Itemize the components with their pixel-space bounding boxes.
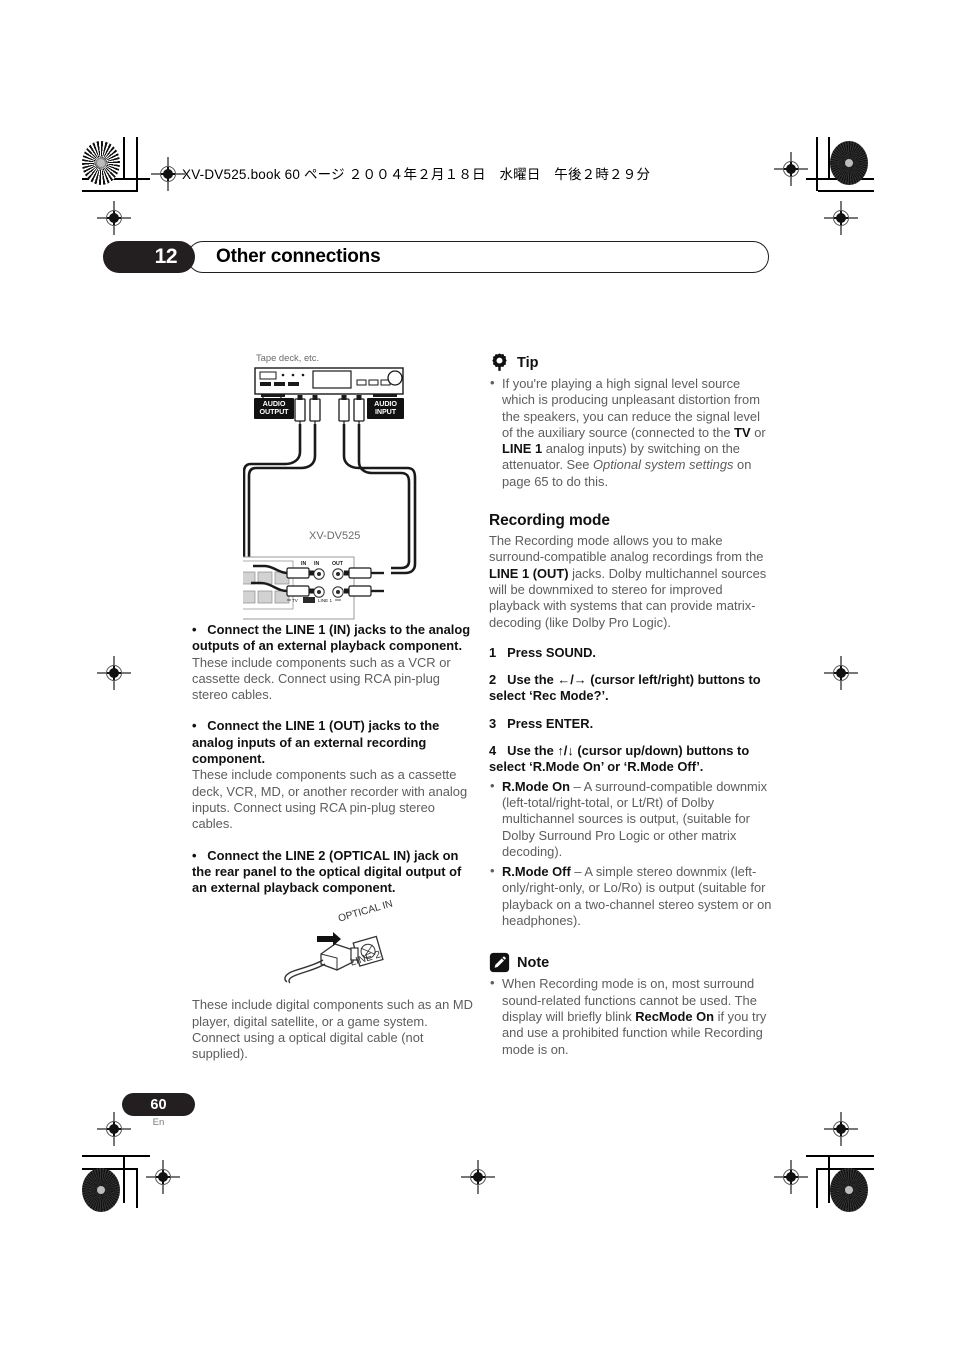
crop-mark-bottom-right-h [806,1155,874,1157]
bullet-lead-line2-optical: • Connect the LINE 2 (OPTICAL IN) jack o… [192,848,474,897]
bullet-body-line1-in: These include components such as a VCR o… [192,654,451,703]
bullet-lead-line1-in: • Connect the LINE 1 (IN) jacks to the a… [192,622,474,655]
manual-page: XV-DV525.book 60 ページ ２００４年２月１８日 水曜日 午後２時… [0,0,954,1351]
step-number: 4 [489,743,497,759]
crop-mark-top-left-v2 [136,137,138,191]
optical-connector-artwork [284,932,384,984]
crop-mark-top-left-h2 [82,190,138,192]
pencil-icon [489,952,510,973]
bullet-marker: • [192,847,197,863]
note-label: Note [517,954,550,971]
tip-bold-tv: TV [734,424,751,440]
bullet-block-line2-optical: • Connect the LINE 2 (OPTICAL IN) jack o… [192,848,474,897]
registration-starburst-bottom-right [830,1168,868,1212]
step-text: Press ENTER. [507,715,594,731]
tip-bold-line1: LINE 1 [502,441,543,457]
rmode-on-item: R.Mode On – A surround-compatible downmi… [489,778,772,860]
note-item: When Recording mode is on, most surround… [489,975,772,1057]
step-text: Press SOUND. [507,644,597,660]
chapter-number: 12 [103,241,195,273]
intro-part1: The Recording mode allows you to make su… [489,533,764,565]
book-file-header: XV-DV525.book 60 ページ ２００４年２月１８日 水曜日 午後２時… [182,167,651,182]
registration-starburst-top-right [830,141,868,185]
rmode-off-item: R.Mode Off – A simple stereo downmix (le… [489,863,772,929]
registration-crosshair-top-left [151,157,185,191]
registration-crosshair-bottom-center [461,1160,495,1194]
registration-crosshair-right-upper [824,201,858,235]
crop-mark-top-right-h2 [818,190,874,192]
section-heading-recording-mode: Recording mode [489,512,610,530]
step-2: 2 Use the ←/→ (cursor left/right) buttons… [489,672,772,705]
note-list: When Recording mode is on, most surround… [489,975,772,1057]
step-text: Use the ←/→ (cursor left/right) buttons … [489,672,761,704]
optical-connector-figure: OPTICAL IN LINE 2 [277,898,417,988]
crop-mark-top-right-v2 [816,137,818,191]
bullet-lead-text: Connect the LINE 1 (OUT) jacks to the an… [192,718,440,767]
bullet-lead-text: Connect the LINE 1 (IN) jacks to the ana… [192,622,471,654]
note-heading: Note [489,952,772,973]
gear-icon [489,352,510,373]
registration-crosshair-bottom-left [146,1160,180,1194]
intro-bold-line1out: LINE 1 (OUT) [489,565,569,581]
rmode-on-name: R.Mode On [502,778,571,794]
chapter-title-pill: Other connections [187,241,769,273]
bullet-marker: • [192,718,197,734]
step-number: 1 [489,644,497,660]
tip-list: If you're playing a high signal level so… [489,375,772,490]
step-number: 3 [489,715,497,731]
registration-crosshair-right-lower [824,1112,858,1146]
crop-mark-bottom-left-v2 [136,1168,138,1208]
registration-starburst-bottom-left [82,1168,120,1212]
tip-item: If you're playing a high signal level so… [489,375,772,490]
registration-crosshair-top-right [774,152,808,186]
right-column: Tip If you're playing a high signal leve… [489,352,772,1062]
page-number-badge: 60 [122,1093,195,1116]
bullet-block-line1-in: • Connect the LINE 1 (IN) jacks to the a… [192,622,474,703]
step-3: 3 Press ENTER. [489,716,772,732]
optical-body-text: These include digital components such as… [192,997,473,1062]
registration-crosshair-left-middle [97,656,131,690]
step-4: 4 Use the ↑/↓ (cursor up/down) buttons to… [489,743,772,776]
step-1: 1 Press SOUND. [489,645,772,661]
registration-crosshair-left-upper [97,201,131,235]
tip-text-part1: If you're playing a high signal level so… [502,376,760,440]
bullet-lead-line1-out: • Connect the LINE 1 (OUT) jacks to the … [192,718,474,767]
chapter-title: Other connections [216,246,381,267]
recording-mode-intro: The Recording mode allows you to make su… [489,533,772,631]
crop-mark-top-left-v [123,137,125,180]
page-language-code: En [152,1117,165,1128]
bullet-body-line1-out: These include components such as a casse… [192,767,468,832]
rmode-off-name: R.Mode Off [502,864,571,880]
tip-heading: Tip [489,352,772,373]
registration-starburst-top-left [82,141,120,185]
chapter-header: Other connections 12 [103,241,769,273]
crop-mark-bottom-left-h [82,1155,150,1157]
step-number: 2 [489,672,497,688]
tip-text-part2: or [750,424,766,440]
tip-italic-reference: Optional system settings [593,457,734,473]
tip-label: Tip [517,354,539,371]
step-text: Use the ↑/↓ (cursor up/down) buttons to … [489,743,750,775]
bullet-block-line1-out: • Connect the LINE 1 (OUT) jacks to the … [192,718,474,832]
crop-mark-bottom-right-v2 [816,1168,818,1208]
registration-crosshair-right-middle [824,656,858,690]
rmode-options-list: R.Mode On – A surround-compatible downmi… [489,778,772,930]
bullet-marker: • [192,622,197,637]
bullet-lead-text: Connect the LINE 2 (OPTICAL IN) jack on … [192,847,462,896]
registration-crosshair-bottom-right [774,1160,808,1194]
crop-mark-bottom-left-v [123,1155,125,1203]
note-bold-recmode: RecMode On [635,1008,715,1024]
